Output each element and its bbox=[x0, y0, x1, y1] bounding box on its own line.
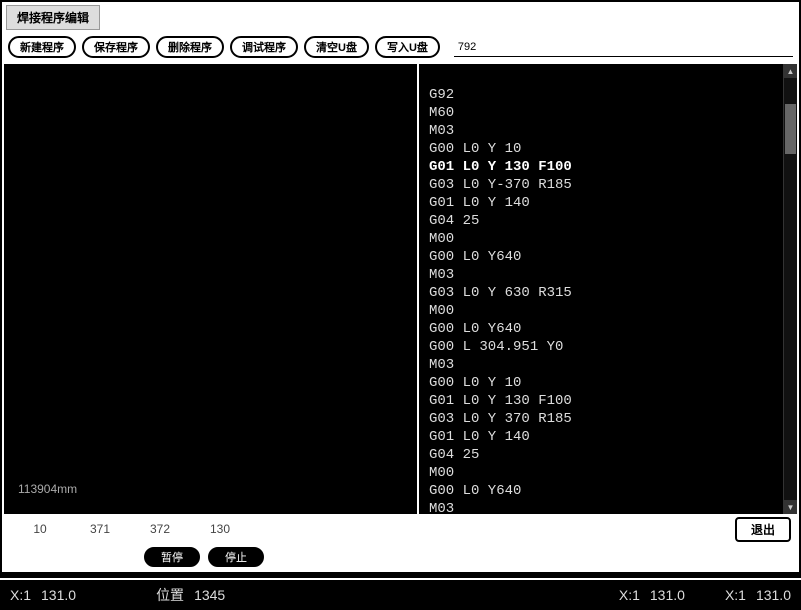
gcode-line[interactable]: G03 L0 Y-370 R185 bbox=[429, 176, 791, 194]
status-mid: 位置 1345 bbox=[156, 585, 225, 605]
clear-usb-button[interactable]: 清空U盘 bbox=[304, 36, 369, 58]
status-left-value: 131.0 bbox=[41, 587, 76, 603]
gcode-pane: G92M60M03G00 L0 Y 10G01 L0 Y 130 F100G03… bbox=[419, 64, 797, 514]
gcode-line[interactable]: M00 bbox=[429, 302, 791, 320]
status-right2-label: X:1 bbox=[725, 587, 746, 603]
value-3: 372 bbox=[130, 522, 190, 536]
gcode-list[interactable]: G92M60M03G00 L0 Y 10G01 L0 Y 130 F100G03… bbox=[419, 64, 797, 514]
save-program-button[interactable]: 保存程序 bbox=[82, 36, 150, 58]
title-bar: 焊接程序编辑 bbox=[4, 4, 797, 32]
gcode-line[interactable]: G92 bbox=[429, 86, 791, 104]
delete-program-button[interactable]: 删除程序 bbox=[156, 36, 224, 58]
gcode-line[interactable]: M03 bbox=[429, 356, 791, 374]
value-4: 130 bbox=[190, 522, 250, 536]
main-window: 焊接程序编辑 新建程序 保存程序 删除程序 调试程序 清空U盘 写入U盘 792… bbox=[2, 2, 799, 572]
gcode-line[interactable]: G01 L0 Y 130 F100 bbox=[429, 392, 791, 410]
scroll-up-button[interactable]: ▲ bbox=[784, 64, 797, 78]
toolbar: 新建程序 保存程序 删除程序 调试程序 清空U盘 写入U盘 792 bbox=[4, 32, 797, 64]
gcode-line[interactable]: G00 L0 Y 10 bbox=[429, 140, 791, 158]
vertical-scrollbar[interactable]: ▲ ▼ bbox=[783, 64, 797, 514]
gcode-line[interactable]: M03 bbox=[429, 266, 791, 284]
gcode-line[interactable]: M00 bbox=[429, 230, 791, 248]
gcode-line[interactable]: G03 L0 Y 630 R315 bbox=[429, 284, 791, 302]
gcode-line[interactable]: M03 bbox=[429, 122, 791, 140]
gcode-line[interactable]: M03 bbox=[429, 500, 791, 514]
pause-button[interactable]: 暂停 bbox=[144, 547, 200, 567]
status-mid-value: 1345 bbox=[194, 587, 225, 603]
gcode-line[interactable]: G01 L0 Y 140 bbox=[429, 194, 791, 212]
debug-program-button[interactable]: 调试程序 bbox=[230, 36, 298, 58]
value-bar: 10 371 372 130 退出 bbox=[4, 516, 797, 544]
control-button-row: 暂停 停止 bbox=[4, 544, 797, 570]
status-mid-label: 位置 bbox=[156, 585, 184, 605]
status-right-1: X:1 131.0 bbox=[619, 587, 685, 603]
status-right-2: X:1 131.0 bbox=[725, 587, 791, 603]
status-right1-value: 131.0 bbox=[650, 587, 685, 603]
top-readout: 792 bbox=[454, 37, 793, 57]
status-bar: X:1 131.0 位置 1345 X:1 131.0 X:1 131.0 bbox=[0, 578, 801, 610]
gcode-line[interactable]: G04 25 bbox=[429, 446, 791, 464]
gcode-line[interactable]: G00 L0 Y640 bbox=[429, 482, 791, 500]
write-usb-button[interactable]: 写入U盘 bbox=[375, 36, 440, 58]
gcode-line[interactable]: G04 25 bbox=[429, 212, 791, 230]
gcode-line[interactable]: G01 L0 Y 140 bbox=[429, 428, 791, 446]
gcode-line[interactable]: G00 L0 Y 10 bbox=[429, 374, 791, 392]
gcode-line[interactable]: M00 bbox=[429, 464, 791, 482]
window-title: 焊接程序编辑 bbox=[6, 5, 100, 30]
new-program-button[interactable]: 新建程序 bbox=[8, 36, 76, 58]
gcode-line[interactable]: G00 L0 Y640 bbox=[429, 248, 791, 266]
value-2: 371 bbox=[70, 522, 130, 536]
gcode-line[interactable]: G03 L0 Y 370 R185 bbox=[429, 410, 791, 428]
scroll-thumb[interactable] bbox=[785, 104, 796, 154]
stop-button[interactable]: 停止 bbox=[208, 547, 264, 567]
content-area: 113904mm G92M60M03G00 L0 Y 10G01 L0 Y 13… bbox=[4, 64, 797, 516]
gcode-line[interactable]: G01 L0 Y 130 F100 bbox=[429, 158, 791, 176]
scroll-down-button[interactable]: ▼ bbox=[784, 500, 797, 514]
status-right2-value: 131.0 bbox=[756, 587, 791, 603]
status-left-label: X:1 bbox=[10, 587, 31, 603]
exit-button[interactable]: 退出 bbox=[735, 517, 791, 542]
value-1: 10 bbox=[10, 522, 70, 536]
status-right1-label: X:1 bbox=[619, 587, 640, 603]
gcode-line[interactable]: M60 bbox=[429, 104, 791, 122]
gcode-line[interactable]: G00 L 304.951 Y0 bbox=[429, 338, 791, 356]
preview-pane: 113904mm bbox=[4, 64, 419, 514]
gcode-line[interactable]: G00 L0 Y640 bbox=[429, 320, 791, 338]
status-left: X:1 131.0 bbox=[10, 587, 76, 603]
gcode-line[interactable] bbox=[429, 68, 791, 86]
preview-dimension-label: 113904mm bbox=[18, 482, 77, 496]
